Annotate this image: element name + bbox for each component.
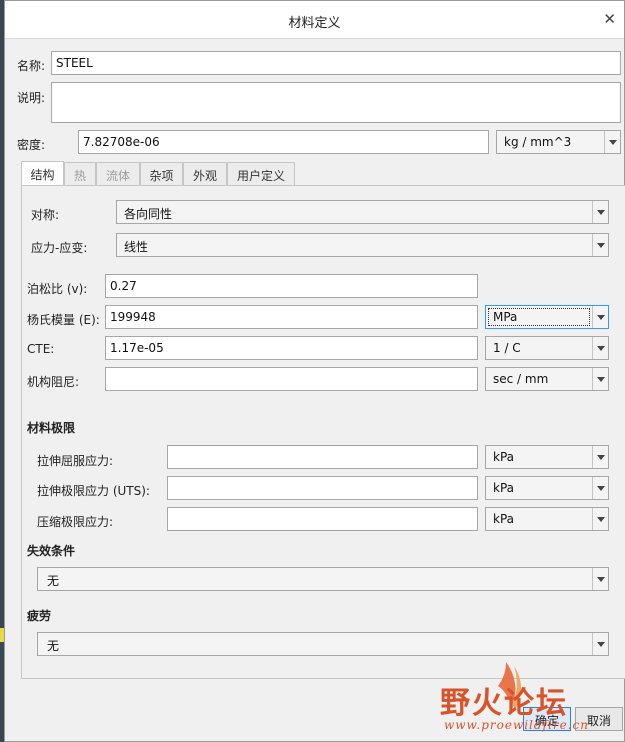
description-field[interactable]: [51, 82, 621, 123]
density-unit-value: kg / mm^3: [504, 135, 572, 149]
chevron-down-icon: [592, 306, 608, 328]
cte-field[interactable]: 1.17e-05: [105, 336, 478, 360]
damping-unit-select[interactable]: sec / mm: [485, 367, 609, 391]
failure-criteria-value: 无: [47, 574, 60, 588]
symmetry-value: 各向同性: [124, 207, 173, 221]
tab-structure[interactable]: 结构: [21, 161, 64, 186]
compressive-ultimate-unit-select[interactable]: kPa: [485, 507, 609, 531]
density-unit-select[interactable]: kg / mm^3: [496, 130, 621, 154]
material-limits-title: 材料极限: [27, 421, 76, 435]
tensile-yield-unit-value: kPa: [493, 450, 514, 464]
failure-criteria-title: 失效条件: [27, 544, 76, 558]
damping-unit-value: sec / mm: [493, 372, 549, 386]
chevron-down-icon: [592, 568, 608, 590]
chevron-down-icon: [592, 477, 608, 499]
failure-criteria-select[interactable]: 无: [37, 567, 609, 591]
symmetry-label: 对称:: [31, 208, 60, 222]
chevron-down-icon: [592, 201, 608, 223]
dialog-title: 材料定义: [288, 16, 341, 31]
fatigue-value: 无: [47, 639, 60, 653]
cte-label: CTE:: [27, 342, 55, 356]
young-modulus-field[interactable]: 199948: [105, 305, 478, 329]
tensile-yield-label: 拉伸屈服应力:: [37, 454, 114, 468]
density-label: 密度:: [17, 138, 46, 152]
young-unit-select[interactable]: MPa: [485, 305, 609, 329]
tab-appearance[interactable]: 外观: [183, 162, 227, 185]
compressive-ultimate-label: 压缩极限应力:: [37, 515, 114, 529]
tensile-ultimate-unit-select[interactable]: kPa: [485, 476, 609, 500]
name-label: 名称:: [17, 59, 46, 73]
poisson-label: 泊松比 (v):: [27, 282, 88, 296]
tensile-yield-unit-select[interactable]: kPa: [485, 445, 609, 469]
ok-button[interactable]: 确定: [523, 707, 571, 731]
cte-unit-value: 1 / C: [493, 341, 521, 355]
fatigue-title: 疲劳: [27, 609, 52, 623]
compressive-ultimate-unit-value: kPa: [493, 512, 514, 526]
close-icon[interactable]: ✕: [603, 10, 616, 28]
material-definition-dialog: 材料定义 ✕ 名称: STEEL 说明: 密度: 7.82708e-06 kg …: [4, 0, 625, 742]
chevron-down-icon: [592, 337, 608, 359]
cancel-button[interactable]: 取消: [575, 707, 623, 731]
tab-fluid[interactable]: 流体: [96, 162, 140, 185]
stress-strain-label: 应力-应变:: [31, 241, 88, 255]
chevron-down-icon: [604, 131, 620, 153]
name-field[interactable]: STEEL: [51, 51, 621, 75]
symmetry-select[interactable]: 各向同性: [116, 200, 609, 224]
damping-label: 机构阻尼:: [27, 375, 80, 389]
compressive-ultimate-field[interactable]: [167, 507, 478, 531]
description-label: 说明:: [17, 91, 46, 105]
structure-panel: [21, 185, 625, 679]
chevron-down-icon: [592, 446, 608, 468]
chevron-down-icon: [592, 368, 608, 390]
tensile-ultimate-label: 拉伸极限应力 (UTS):: [37, 484, 150, 498]
damping-field[interactable]: [105, 367, 478, 391]
tab-misc[interactable]: 杂项: [140, 162, 183, 185]
poisson-field[interactable]: 0.27: [105, 274, 478, 298]
stress-strain-value: 线性: [124, 240, 149, 254]
young-unit-value: MPa: [493, 310, 518, 324]
tensile-ultimate-unit-value: kPa: [493, 481, 514, 495]
cte-unit-select[interactable]: 1 / C: [485, 336, 609, 360]
tab-thermal[interactable]: 热: [64, 162, 96, 185]
chevron-down-icon: [592, 633, 608, 655]
chevron-down-icon: [592, 508, 608, 530]
tab-user-defined[interactable]: 用户定义: [227, 162, 295, 185]
tensile-ultimate-field[interactable]: [167, 476, 478, 500]
tensile-yield-field[interactable]: [167, 445, 478, 469]
density-field[interactable]: 7.82708e-06: [78, 130, 489, 154]
dialog-titlebar: 材料定义 ✕: [5, 1, 624, 39]
young-modulus-label: 杨氏模量 (E):: [27, 313, 100, 327]
stress-strain-select[interactable]: 线性: [116, 233, 609, 257]
chevron-down-icon: [592, 234, 608, 256]
fatigue-select[interactable]: 无: [37, 632, 609, 656]
